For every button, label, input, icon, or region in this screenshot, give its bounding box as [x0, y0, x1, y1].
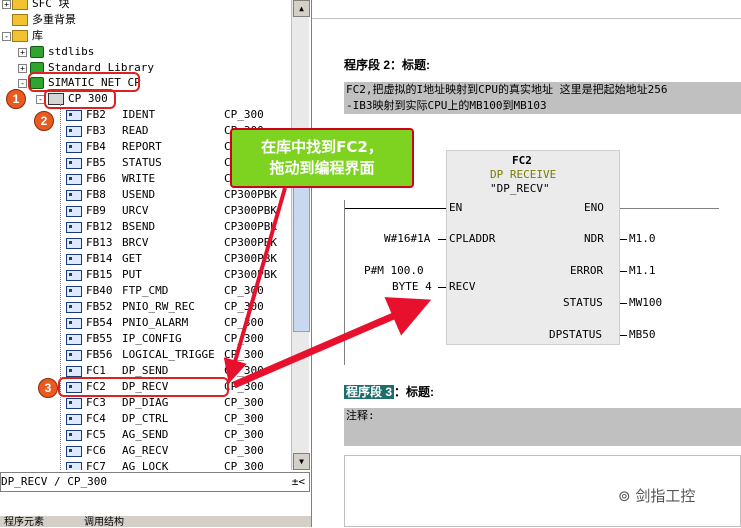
arrow-to-fc2: [223, 187, 287, 384]
arrow-to-editor: [232, 297, 432, 389]
watermark-text: 剑指工控: [635, 487, 696, 505]
watermark-logo-icon: ⊚: [618, 487, 636, 505]
watermark: ⊚ 剑指工控: [618, 485, 695, 506]
annotation-arrows: [223, 187, 432, 389]
